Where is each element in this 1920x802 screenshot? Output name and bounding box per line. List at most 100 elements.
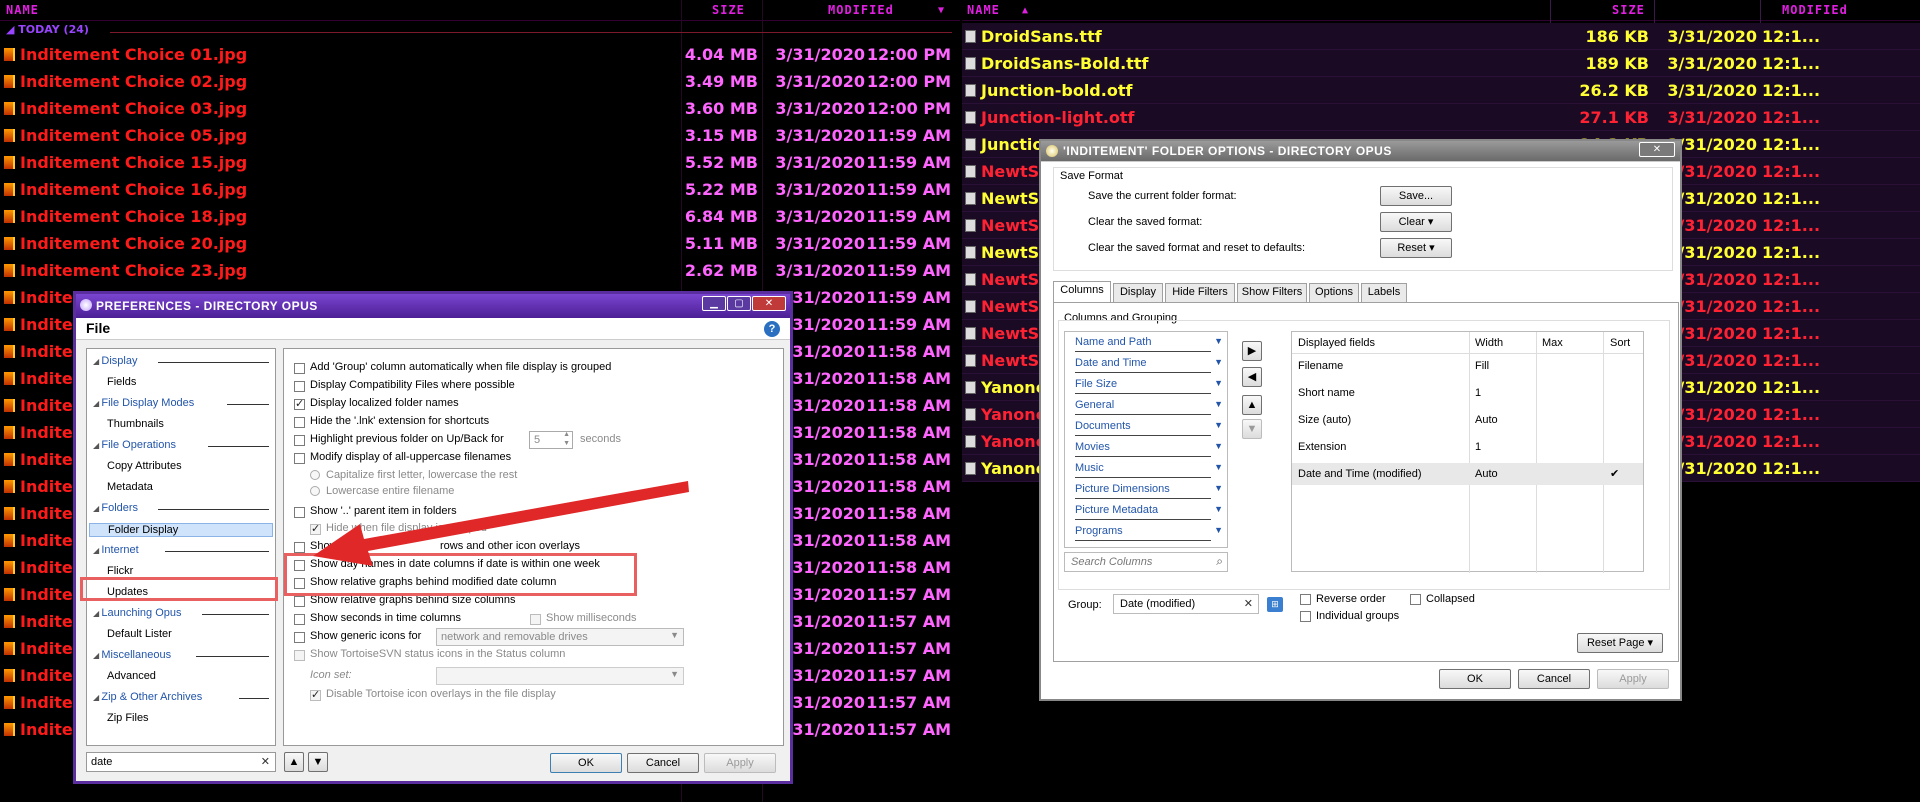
tree-category[interactable]: ◢ File Display Modes — [93, 397, 194, 409]
column-header[interactable]: Max — [1542, 332, 1563, 354]
table-row[interactable]: Short name 1 — [1292, 382, 1643, 404]
file-row[interactable]: Inditement Choice 23.jpg 2.62 MB 3/31/2020… — [0, 257, 960, 284]
individual-groups-checkbox[interactable] — [1300, 611, 1311, 622]
column-category[interactable]: Picture Metadata ▼ — [1075, 504, 1223, 521]
file-row[interactable]: DroidSans.ttf 186 KB 3/31/2020 12:1... — [962, 23, 1920, 50]
file-row[interactable]: Inditement Choice 02.jpg 3.49 MB 3/31/2020… — [0, 68, 960, 95]
tree-item[interactable]: Fields — [107, 376, 136, 388]
tab-columns[interactable]: Columns — [1053, 281, 1111, 302]
clear-group-icon[interactable]: ✕ — [1244, 597, 1253, 610]
group-field[interactable]: Date (modified) ✕ — [1113, 594, 1259, 614]
name-column-header[interactable]: NAME — [967, 0, 1000, 21]
column-category[interactable]: File Size ▼ — [1075, 378, 1223, 395]
tree-item[interactable]: Flickr — [107, 565, 133, 577]
clear-search-icon[interactable]: ✕ — [261, 755, 270, 768]
preferences-tree[interactable]: ◢ Display Fields ◢ File Display Modes Thumb… — [86, 348, 276, 746]
relative-graphs-size-checkbox[interactable] — [294, 596, 305, 607]
tree-item[interactable]: Zip Files — [107, 712, 149, 724]
table-row[interactable]: Date and Time (modified) Auto ✔ — [1292, 463, 1643, 485]
tree-item[interactable]: Thumbnails — [107, 418, 164, 430]
column-header[interactable]: Displayed fields — [1298, 332, 1375, 354]
spinner-arrows-icon[interactable]: ▲ ▼ — [563, 430, 570, 448]
column-category[interactable]: Name and Path ▼ — [1075, 336, 1223, 353]
tree-category[interactable]: ◢ File Operations — [93, 439, 176, 451]
minimize-icon[interactable]: ▁ — [702, 296, 726, 311]
column-header[interactable]: Width — [1475, 332, 1503, 354]
file-row[interactable]: Inditement Choice 18.jpg 6.84 MB 3/31/2020… — [0, 203, 960, 230]
apply-button[interactable]: Apply — [704, 753, 776, 773]
file-row[interactable]: Inditement Choice 05.jpg 3.15 MB 3/31/2020… — [0, 122, 960, 149]
move-down-button[interactable]: ▼ — [1242, 419, 1262, 439]
seconds-spinner[interactable]: 5 ▲ ▼ — [529, 431, 573, 449]
group-header[interactable]: ◢ TODAY (24) — [6, 23, 89, 36]
localized-names-checkbox[interactable] — [294, 397, 305, 410]
tree-category[interactable]: ◢ Launching Opus — [93, 607, 182, 619]
save-format-button[interactable]: Save... — [1380, 186, 1452, 206]
seconds-in-time-checkbox[interactable] — [294, 614, 305, 625]
tab-labels[interactable]: Labels — [1361, 283, 1407, 302]
column-header[interactable]: Sort — [1610, 332, 1630, 354]
ok-button[interactable]: OK — [1439, 669, 1511, 689]
generic-icons-select[interactable]: network and removable drives ▼ — [436, 628, 684, 646]
tree-category[interactable]: ◢ Zip & Other Archives — [93, 691, 202, 703]
preferences-title-bar[interactable]: PREFERENCES - DIRECTORY OPUS — [76, 294, 790, 318]
column-category[interactable]: Picture Dimensions ▼ — [1075, 483, 1223, 500]
size-column-header[interactable]: SIZE — [1612, 0, 1645, 21]
reverse-order-checkbox[interactable] — [1300, 594, 1311, 605]
lowercase-radio[interactable] — [310, 486, 320, 496]
file-row[interactable]: Inditement Choice 03.jpg 3.60 MB 3/31/2020… — [0, 95, 960, 122]
tree-item[interactable]: Copy Attributes — [107, 460, 182, 472]
cancel-button[interactable]: Cancel — [627, 753, 699, 773]
tree-category[interactable]: ◢ Display — [93, 355, 137, 367]
tree-category[interactable]: ◢ Miscellaneous — [93, 649, 171, 661]
apply-button[interactable]: Apply — [1597, 669, 1669, 689]
tree-item[interactable]: Default Lister — [107, 628, 172, 640]
hide-when-grouped-checkbox[interactable] — [310, 522, 321, 535]
disable-tortoise-checkbox[interactable] — [310, 688, 321, 701]
add-group-column-checkbox[interactable] — [294, 363, 305, 374]
tab-show-filters[interactable]: Show Filters — [1237, 283, 1307, 302]
clear-format-button[interactable]: Clear ▾ — [1380, 212, 1452, 232]
tree-category[interactable]: ◢ Internet — [93, 544, 139, 556]
modified-column-header[interactable]: MODIFIEd — [1782, 0, 1848, 21]
help-icon[interactable]: ? — [764, 321, 780, 337]
remove-column-button[interactable]: ◀ — [1242, 367, 1262, 387]
file-row[interactable]: Inditement Choice 16.jpg 5.22 MB 3/31/2020… — [0, 176, 960, 203]
tortoisesvn-checkbox[interactable] — [294, 650, 305, 661]
file-row[interactable]: Junction-light.otf 27.1 KB 3/31/2020 12:1..… — [962, 104, 1920, 131]
tab-display[interactable]: Display — [1113, 283, 1163, 302]
file-row[interactable]: Inditement Choice 15.jpg 5.52 MB 3/31/2020… — [0, 149, 960, 176]
reset-page-button[interactable]: Reset Page ▾ — [1577, 633, 1663, 653]
tree-category[interactable]: ◢ Folders — [93, 502, 138, 514]
name-column-header[interactable]: NAME — [6, 0, 39, 21]
icon-set-select[interactable]: ▼ — [436, 667, 684, 685]
column-category[interactable]: Date and Time ▼ — [1075, 357, 1223, 374]
modified-column-header[interactable]: MODIFIEd — [828, 0, 894, 21]
column-category[interactable]: Movies ▼ — [1075, 441, 1223, 458]
displayed-fields-table[interactable]: Displayed fields Width Max Sort Filename Fill… — [1291, 331, 1644, 573]
column-category[interactable]: Documents ▼ — [1075, 420, 1223, 437]
ok-button[interactable]: OK — [550, 753, 622, 773]
column-search-field[interactable]: Search Columns ⌕ — [1064, 552, 1228, 572]
modify-uppercase-checkbox[interactable] — [294, 453, 305, 464]
capitalize-radio[interactable] — [310, 470, 320, 480]
reset-format-button[interactable]: Reset ▾ — [1380, 238, 1452, 258]
group-options-icon[interactable]: ⊞ — [1267, 597, 1283, 612]
generic-icons-checkbox[interactable] — [294, 632, 305, 643]
compat-files-checkbox[interactable] — [294, 381, 305, 392]
parent-item-checkbox[interactable] — [294, 507, 305, 518]
size-column-header[interactable]: SIZE — [712, 0, 745, 21]
folder-options-title-bar[interactable]: 'INDITEMENT' FOLDER OPTIONS - DIRECTORY … — [1041, 141, 1680, 161]
milliseconds-checkbox[interactable] — [530, 614, 541, 625]
table-row[interactable]: Size (auto) Auto — [1292, 409, 1643, 431]
tree-item[interactable]: Metadata — [107, 481, 153, 493]
table-row[interactable]: Extension 1 — [1292, 436, 1643, 458]
add-column-button[interactable]: ▶ — [1242, 341, 1262, 361]
tree-item[interactable]: Folder Display — [89, 523, 273, 537]
nav-down-button[interactable]: ▼ — [308, 752, 328, 772]
tab-hide-filters[interactable]: Hide Filters — [1165, 283, 1235, 302]
icon-overlays-checkbox[interactable] — [294, 542, 305, 553]
highlight-prev-folder-checkbox[interactable] — [294, 435, 305, 446]
close-icon[interactable]: ✕ — [752, 296, 786, 311]
nav-up-button[interactable]: ▲ — [284, 752, 304, 772]
